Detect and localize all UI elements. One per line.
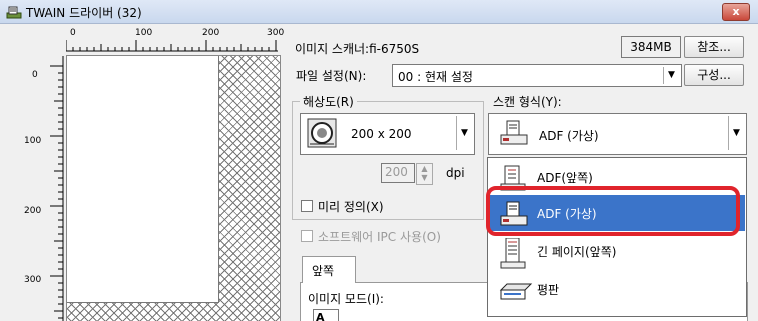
scan-type-option[interactable]: 평판 [489,271,745,307]
vertical-ruler: 0 100 200 300 [24,56,64,321]
horizontal-ruler: 0 100 200 300 [60,28,284,52]
tab-front-label: 앞쪽 [312,264,335,278]
title-bar: TWAIN 드라이버 (32) x [0,0,758,24]
ipc-checkbox[interactable]: 소프트웨어 IPC 사용(O) [301,228,441,245]
flatbed-icon [499,283,533,300]
dpi-unit-label: dpi [446,166,465,180]
tab-front[interactable]: 앞쪽 [302,256,356,283]
chevron-down-icon: ▼ [728,116,744,150]
selection-highlight-ring [486,186,740,236]
scan-type-option-label: 긴 페이지(앞쪽) [537,245,617,259]
resolution-value: 200 x 200 [351,127,412,141]
resolution-group-label: 해상도(R) [300,93,357,110]
ruler-left-tick-100: 100 [24,136,42,146]
file-settings-value: 00 : 현재 설정 [398,70,473,84]
twain-driver-window: TWAIN 드라이버 (32) x 0 100 200 300 0 100 20… [0,0,758,321]
dpi-input[interactable]: 200 [381,163,415,183]
scan-preview-area[interactable] [66,55,281,321]
ruler-top-tick-0: 0 [70,28,76,38]
scanner-label: 이미지 스캐너:fi-6750S [295,42,420,56]
checkbox-icon [301,230,313,242]
adf-scanner-icon [500,120,528,145]
memory-display: 384MB [621,36,681,58]
file-settings-dropdown[interactable]: 00 : 현재 설정 ▼ [392,64,682,87]
ruler-left-tick-300: 300 [24,275,42,285]
ruler-left-tick-0: 0 [32,70,38,80]
ruler-top-ticks [66,40,278,52]
dpi-spinner[interactable]: ▲ ▼ [416,163,433,185]
dpi-value: 200 [385,165,408,179]
close-icon: x [732,5,740,18]
chevron-down-icon: ▼ [456,116,472,150]
ipc-label: 소프트웨어 IPC 사용(O) [318,230,441,244]
image-mode-label: 이미지 모드(I): [308,292,384,306]
scan-type-label: 스캔 형식(Y): [493,95,562,109]
reference-button-label: 참조... [697,40,731,54]
scan-type-option[interactable]: 긴 페이지(앞쪽) [489,233,745,269]
checkbox-icon [301,200,313,212]
config-button-label: 구성... [697,68,731,82]
resolution-icon [307,118,337,148]
chevron-down-icon: ▼ [663,67,679,84]
ruler-top-tick-100: 100 [135,28,153,38]
scanner-app-icon [6,6,22,19]
ruler-top-tick-200: 200 [202,28,220,38]
scan-type-option-label: ADF(앞쪽) [537,171,593,185]
scan-type-option-label: 평판 [537,283,560,297]
resolution-dropdown[interactable]: 200 x 200 ▼ [300,113,475,155]
ruler-left-ticks [50,56,64,321]
reference-button[interactable]: 참조... [684,36,744,58]
ruler-left-tick-200: 200 [24,206,42,216]
file-settings-label: 파일 설정(N): [296,69,367,83]
image-mode-icon: A [313,309,339,321]
close-button[interactable]: x [722,3,750,21]
spin-down-icon: ▼ [421,173,428,182]
memory-value: 384MB [630,40,672,54]
window-title: TWAIN 드라이버 (32) [26,6,142,20]
config-button[interactable]: 구성... [684,64,744,86]
scan-type-value: ADF (가상) [539,129,599,143]
scan-type-dropdown[interactable]: ADF (가상) ▼ [488,113,747,155]
ruler-top-tick-300: 300 [267,28,285,38]
spin-up-icon: ▲ [421,164,428,173]
preview-page [67,56,219,303]
predefined-checkbox[interactable]: 미리 정의(X) [301,198,384,215]
predefined-label: 미리 정의(X) [318,200,384,214]
scan-type-options: ADF(앞쪽) ADF (가상) 긴 페이지(앞쪽) 평판 [487,157,747,317]
long-page-icon [500,238,526,269]
